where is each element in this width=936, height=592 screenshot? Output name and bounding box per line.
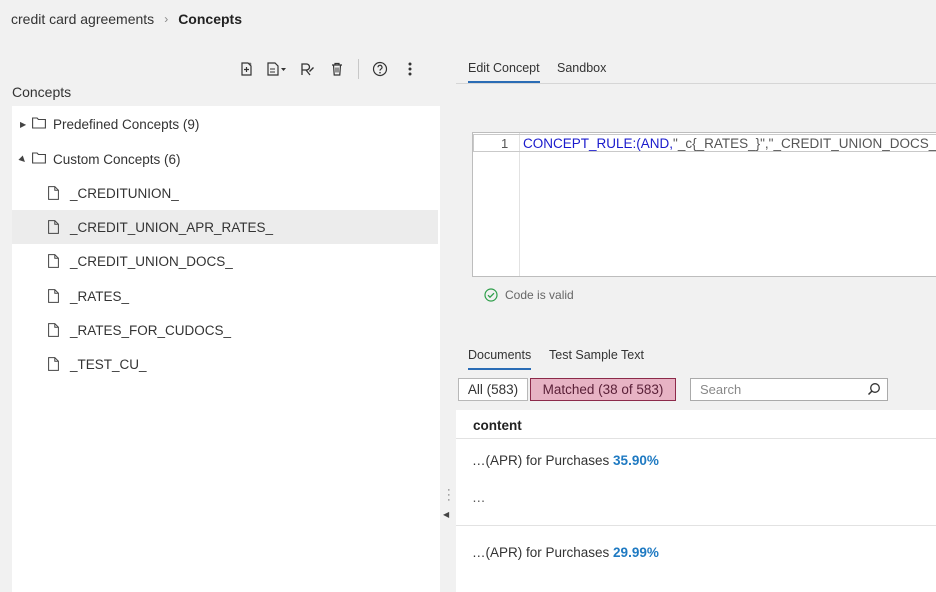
tree-item-label: _CREDITUNION_ xyxy=(70,185,179,201)
file-icon xyxy=(48,254,59,271)
tree-group-label: Predefined Concepts (9) xyxy=(53,116,200,132)
snippet-text: …(APR) for Purchases xyxy=(472,545,614,560)
import-icon[interactable] xyxy=(262,58,292,80)
tab-documents[interactable]: Documents xyxy=(468,348,532,370)
caret-down-icon[interactable]: ▶ xyxy=(18,154,29,165)
code-editor[interactable]: 1 CONCEPT_RULE:(AND,"_c{_RATES_}","_CRED… xyxy=(472,132,936,277)
folder-icon xyxy=(32,152,46,167)
panel-splitter[interactable]: · · · ◀ xyxy=(440,52,456,592)
more-options-icon[interactable] xyxy=(395,58,425,80)
code-arguments: "_c{_RATES_}","_CREDIT_UNION_DOCS_") xyxy=(673,136,936,151)
results-table: content …(APR) for Purchases 35.90% … …(… xyxy=(456,410,936,592)
file-icon xyxy=(48,186,59,203)
tree-group-label: Custom Concepts (6) xyxy=(53,151,181,167)
filter-all-button[interactable]: All (583) xyxy=(458,378,528,401)
breadcrumb: credit card agreements › Concepts xyxy=(11,11,242,27)
snippet-match: 29.99% xyxy=(613,545,659,560)
file-icon xyxy=(48,357,59,374)
help-icon[interactable] xyxy=(365,58,395,80)
result-tabs: Documents Test Sample Text xyxy=(456,348,936,374)
concepts-toolbar xyxy=(232,58,425,80)
new-concept-icon[interactable] xyxy=(232,58,262,80)
breadcrumb-current: Concepts xyxy=(178,11,242,27)
validation-message: Code is valid xyxy=(505,288,574,302)
tree-group-custom[interactable]: ▶ Custom Concepts (6) xyxy=(12,142,438,176)
tab-sandbox[interactable]: Sandbox xyxy=(557,61,606,81)
toolbar-divider xyxy=(358,59,359,79)
rename-icon[interactable] xyxy=(292,58,322,80)
search-box xyxy=(690,378,888,401)
validation-status: Code is valid xyxy=(484,288,574,302)
folder-icon xyxy=(32,117,46,132)
tree-item-label: _TEST_CU_ xyxy=(70,356,147,372)
tree-item-creditunion[interactable]: _CREDITUNION_ xyxy=(12,176,438,210)
file-icon xyxy=(48,220,59,237)
editor-gutter xyxy=(473,133,520,276)
delete-icon[interactable] xyxy=(322,58,352,80)
tree-item-label: _RATES_ xyxy=(70,288,130,304)
line-number: 1 xyxy=(501,136,509,151)
filter-row: All (583) Matched (38 of 583) xyxy=(456,378,936,404)
row-divider xyxy=(456,525,936,526)
tree-item-label: _CREDIT_UNION_DOCS_ xyxy=(70,253,233,269)
search-input[interactable] xyxy=(691,379,861,400)
tree-group-predefined[interactable]: ▶ Predefined Concepts (9) xyxy=(12,107,438,141)
result-snippet[interactable]: …(APR) for Purchases 29.99% xyxy=(472,545,659,560)
tab-edit-concept[interactable]: Edit Concept xyxy=(468,61,540,83)
caret-right-icon[interactable]: ▶ xyxy=(20,120,26,129)
filter-matched-button[interactable]: Matched (38 of 583) xyxy=(530,378,676,401)
concepts-panel-title: Concepts xyxy=(12,84,72,100)
tree-item-label: _CREDIT_UNION_APR_RATES_ xyxy=(70,219,274,235)
check-circle-icon xyxy=(484,288,498,302)
editor-tabs: Edit Concept Sandbox xyxy=(456,52,936,84)
tab-test-sample-text[interactable]: Test Sample Text xyxy=(549,348,644,368)
search-icon[interactable] xyxy=(867,382,881,399)
file-icon xyxy=(48,289,59,306)
tree-item-credit-union-docs[interactable]: _CREDIT_UNION_DOCS_ xyxy=(12,244,438,278)
result-snippet[interactable]: …(APR) for Purchases 35.90% xyxy=(472,453,659,468)
header-divider xyxy=(456,438,936,439)
code-keyword: CONCEPT_RULE:(AND, xyxy=(523,136,674,151)
drag-handle-icon[interactable]: · · · xyxy=(447,485,451,506)
concepts-tree: ▶ Predefined Concepts (9) ▶ Custom Conce… xyxy=(12,106,440,592)
collapse-left-icon[interactable]: ◀ xyxy=(443,510,449,519)
tree-item-test-cu[interactable]: _TEST_CU_ xyxy=(12,347,438,381)
snippet-text: …(APR) for Purchases xyxy=(472,453,614,468)
breadcrumb-parent[interactable]: credit card agreements xyxy=(11,11,154,27)
code-line[interactable]: CONCEPT_RULE:(AND,"_c{_RATES_}","_CREDIT… xyxy=(523,136,936,151)
tree-item-rates[interactable]: _RATES_ xyxy=(12,279,438,313)
breadcrumb-separator: › xyxy=(164,12,169,26)
column-header-content[interactable]: content xyxy=(473,418,522,433)
snippet-continuation: … xyxy=(472,490,486,505)
concept-detail-panel: Edit Concept Sandbox 1 CONCEPT_RULE:(AND… xyxy=(456,52,936,592)
tree-item-label: _RATES_FOR_CUDOCS_ xyxy=(70,322,232,338)
snippet-match: 35.90% xyxy=(613,453,659,468)
tree-item-rates-for-cudocs[interactable]: _RATES_FOR_CUDOCS_ xyxy=(12,313,438,347)
file-icon xyxy=(48,323,59,340)
tree-item-credit-union-apr-rates[interactable]: _CREDIT_UNION_APR_RATES_ xyxy=(12,210,438,244)
